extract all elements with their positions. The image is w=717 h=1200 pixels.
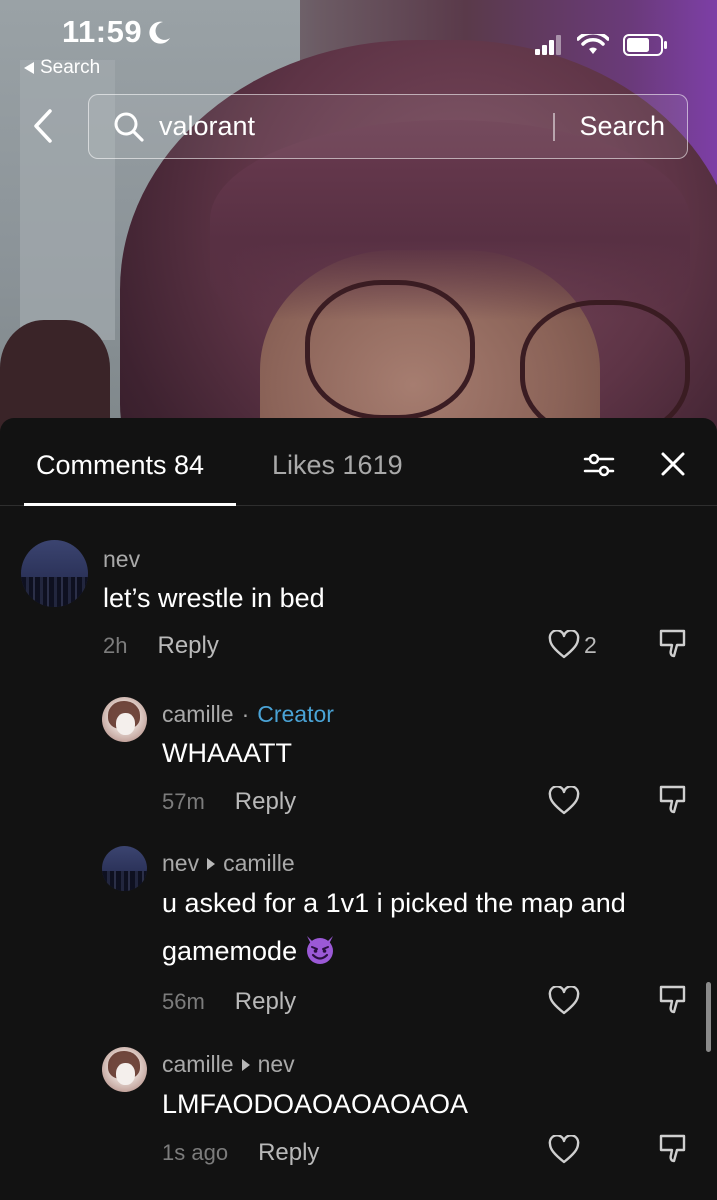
comment-text: let’s wrestle in bed — [103, 583, 325, 613]
avatar[interactable] — [102, 846, 147, 891]
smiling-devil-emoji-icon — [307, 936, 334, 964]
dislike-icon[interactable] — [658, 984, 688, 1016]
active-tab-indicator — [24, 503, 236, 506]
comment-meta: 2h Reply — [103, 632, 219, 660]
moon-icon — [149, 21, 170, 44]
comment-username[interactable]: nev camille — [162, 850, 295, 877]
comment-meta: 1s ago Reply — [162, 1139, 319, 1167]
reply-button[interactable]: Reply — [235, 788, 296, 816]
tab-comments[interactable]: Comments 84 — [36, 450, 204, 481]
comment-text: LMFAODOAOAOAOAOA — [162, 1089, 469, 1119]
comment-meta: 56m Reply — [162, 988, 296, 1016]
comment-username[interactable]: nev — [103, 546, 140, 573]
comment-username[interactable]: camille nev — [162, 1051, 295, 1078]
system-icons — [535, 34, 669, 56]
dislike-icon[interactable] — [658, 784, 688, 816]
dislike-icon[interactable] — [658, 1133, 688, 1165]
reply-to-user: camille — [223, 850, 295, 876]
search-header: valorant Search — [0, 94, 717, 160]
avatar[interactable] — [102, 697, 147, 742]
close-icon[interactable] — [659, 450, 687, 478]
back-triangle-icon — [24, 62, 34, 74]
search-bar[interactable]: valorant Search — [88, 94, 688, 159]
search-icon — [114, 112, 144, 142]
avatar[interactable] — [102, 1047, 147, 1092]
back-to-app-button[interactable]: Search — [24, 57, 100, 79]
comment-username[interactable]: camille · Creator — [162, 701, 334, 728]
filter-icon[interactable] — [582, 448, 616, 482]
search-button[interactable]: Search — [579, 111, 665, 142]
clock: 11:59 — [62, 14, 143, 49]
reply-arrow-icon — [241, 1058, 250, 1071]
reply-button[interactable]: Reply — [258, 1139, 319, 1167]
heart-icon[interactable] — [548, 986, 580, 1016]
like-count: 2 — [584, 632, 597, 658]
status-bar: 11:59 Search — [0, 0, 717, 90]
comment-text: WHAAATT — [162, 738, 292, 768]
reply-to-user: nev — [257, 1051, 295, 1077]
reply-button[interactable]: Reply — [235, 988, 296, 1016]
wifi-icon — [577, 34, 609, 54]
back-app-label: Search — [40, 57, 101, 78]
comment-time: 2h — [103, 633, 128, 658]
scrollbar[interactable] — [706, 982, 711, 1052]
search-divider — [553, 113, 555, 141]
heart-icon[interactable] — [548, 630, 580, 660]
dislike-icon[interactable] — [658, 628, 688, 660]
comment-time: 57m — [162, 789, 205, 814]
back-chevron-icon[interactable] — [28, 108, 58, 144]
comment-meta: 57m Reply — [162, 788, 296, 816]
heart-icon[interactable] — [548, 1135, 580, 1165]
comment-text: u asked for a 1v1 i picked the map and g… — [162, 888, 626, 966]
reply-button[interactable]: Reply — [157, 632, 218, 660]
comment-time: 1s ago — [162, 1140, 229, 1165]
heart-icon[interactable] — [548, 786, 580, 816]
creator-badge: Creator — [257, 701, 334, 727]
reply-arrow-icon — [207, 857, 216, 870]
comment-time: 56m — [162, 989, 205, 1014]
battery-icon — [623, 34, 667, 56]
tab-likes[interactable]: Likes 1619 — [272, 450, 403, 481]
avatar[interactable] — [21, 540, 88, 607]
cellular-icon — [535, 35, 561, 55]
glasses-left — [305, 280, 475, 420]
tab-bar: Comments 84 Likes 1619 — [0, 418, 717, 506]
search-input[interactable]: valorant — [159, 111, 255, 142]
